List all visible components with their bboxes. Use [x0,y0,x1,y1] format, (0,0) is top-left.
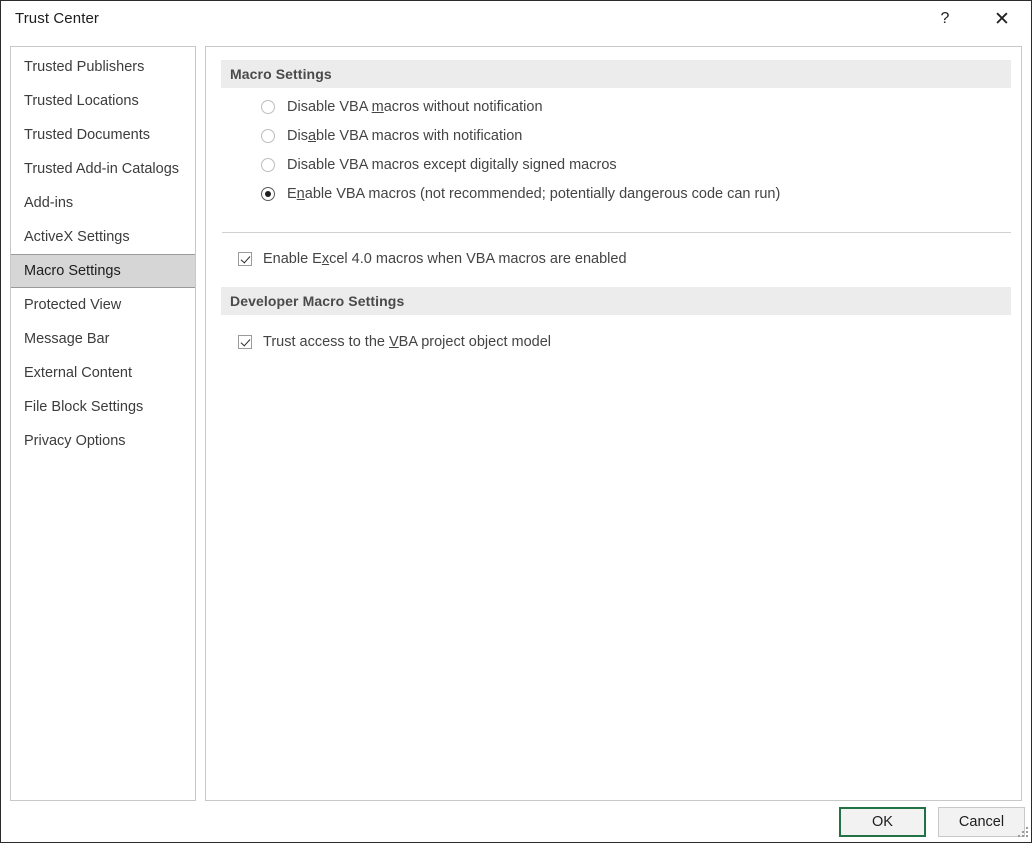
radio-enable-vba-macros[interactable]: Enable VBA macros (not recommended; pote… [261,183,780,205]
section-divider [222,232,1011,233]
sidebar-item-trusted-publishers[interactable]: Trusted Publishers [10,50,196,84]
sidebar-item-label: Trusted Add-in Catalogs [24,161,179,177]
checkmark-icon [238,335,252,349]
help-button[interactable]: ? [922,1,968,37]
accelerator-char: a [308,128,316,144]
radio-label: Enable VBA macros (not recommended; pote… [287,186,780,202]
radio-disable-vba-macros-except-digitally-signed[interactable]: Disable VBA macros except digitally sign… [261,154,617,176]
ok-button-label: OK [872,814,893,830]
label-part: ble VBA macros with notification [316,128,522,144]
category-sidebar: Trusted Publishers Trusted Locations Tru… [10,46,196,801]
close-icon: ✕ [994,10,1010,29]
sidebar-item-label: File Block Settings [24,399,143,415]
label-part: E [287,186,297,202]
radio-indicator-icon [261,187,275,201]
label-part: Enable E [263,251,322,267]
accelerator-char: n [297,186,305,202]
sidebar-item-privacy-options[interactable]: Privacy Options [10,424,196,458]
label-part: Disable VBA macros except di [287,157,481,173]
radio-indicator-icon [261,129,275,143]
label-part: BA project object model [399,334,551,350]
checkbox-label: Trust access to the VBA project object m… [263,334,551,350]
cancel-button[interactable]: Cancel [938,807,1025,837]
sidebar-item-file-block-settings[interactable]: File Block Settings [10,390,196,424]
developer-macro-settings-section-header: Developer Macro Settings [221,287,1011,315]
accelerator-char: m [372,99,384,115]
category-list: Trusted Publishers Trusted Locations Tru… [11,47,195,458]
cancel-button-label: Cancel [959,814,1004,830]
sidebar-item-label: Add-ins [24,195,73,211]
radio-disable-vba-macros-without-notification[interactable]: Disable VBA macros without notification [261,96,543,118]
label-part: acros without notification [384,99,543,115]
label-part: Trust access to the [263,334,389,350]
macro-settings-section-header: Macro Settings [221,60,1011,88]
accelerator-char: V [389,334,399,350]
radio-disable-vba-macros-with-notification[interactable]: Disable VBA macros with notification [261,125,522,147]
checkbox-trust-access-vba-project-object-model[interactable]: Trust access to the VBA project object m… [238,331,551,353]
sidebar-item-label: Trusted Publishers [24,59,144,75]
sidebar-item-label: Trusted Locations [24,93,139,109]
label-part: able VBA macros (not recommended; potent… [305,186,781,202]
radio-indicator-icon [261,100,275,114]
sidebar-item-label: Trusted Documents [24,127,150,143]
sidebar-item-label: Macro Settings [24,263,121,279]
dialog-title: Trust Center [15,10,99,27]
sidebar-item-trusted-documents[interactable]: Trusted Documents [10,118,196,152]
sidebar-item-activex-settings[interactable]: ActiveX Settings [10,220,196,254]
sidebar-item-label: ActiveX Settings [24,229,130,245]
sidebar-item-protected-view[interactable]: Protected View [10,288,196,322]
sidebar-item-trusted-locations[interactable]: Trusted Locations [10,84,196,118]
label-part: itally signed macros [489,157,616,173]
close-button[interactable]: ✕ [979,1,1025,37]
radio-label: Disable VBA macros except digitally sign… [287,157,617,173]
settings-panel: Macro Settings Disable VBA macros withou… [205,46,1022,801]
label-part: Dis [287,128,308,144]
radio-label: Disable VBA macros with notification [287,128,522,144]
question-mark-icon: ? [941,11,950,27]
sidebar-item-label: Message Bar [24,331,109,347]
checkbox-enable-excel-4-macros[interactable]: Enable Excel 4.0 macros when VBA macros … [238,248,627,270]
trust-center-dialog: Trust Center ? ✕ Trusted Publishers Trus… [0,0,1032,843]
sidebar-item-label: Protected View [24,297,121,313]
sidebar-item-external-content[interactable]: External Content [10,356,196,390]
resize-grip[interactable] [1016,827,1028,839]
label-part: Disable VBA [287,99,372,115]
radio-indicator-icon [261,158,275,172]
sidebar-item-message-bar[interactable]: Message Bar [10,322,196,356]
ok-button[interactable]: OK [839,807,926,837]
sidebar-item-label: Privacy Options [24,433,126,449]
sidebar-item-label: External Content [24,365,132,381]
checkmark-icon [238,252,252,266]
sidebar-item-trusted-add-in-catalogs[interactable]: Trusted Add-in Catalogs [10,152,196,186]
radio-label: Disable VBA macros without notification [287,99,543,115]
label-part: cel 4.0 macros when VBA macros are enabl… [329,251,626,267]
checkbox-label: Enable Excel 4.0 macros when VBA macros … [263,251,627,267]
sidebar-item-add-ins[interactable]: Add-ins [10,186,196,220]
sidebar-item-macro-settings[interactable]: Macro Settings [10,254,196,288]
title-bar: Trust Center ? ✕ [1,1,1031,38]
